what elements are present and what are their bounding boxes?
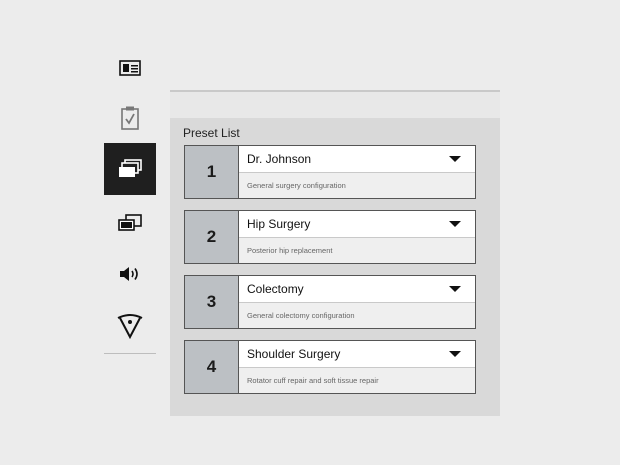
chevron-down-icon (449, 351, 461, 357)
preset-description: Posterior hip replacement (247, 246, 333, 255)
surgical-light-icon (117, 314, 143, 339)
preset-number: 4 (185, 341, 239, 393)
preset-dropdown[interactable]: Colectomy (239, 276, 475, 303)
nav-audio[interactable] (104, 248, 156, 300)
dual-display-icon (118, 214, 142, 231)
preset-number: 1 (185, 146, 239, 198)
preset-description-row: Posterior hip replacement (239, 238, 475, 263)
sidebar (104, 42, 156, 372)
preset-name: Dr. Johnson (247, 152, 312, 166)
preset-description: Rotator cuff repair and soft tissue repa… (247, 376, 379, 385)
preset-description-row: General colectomy configuration (239, 303, 475, 328)
nav-patient-info[interactable] (104, 42, 156, 94)
preset-description-row: General surgery configuration (239, 173, 475, 198)
preset-number: 2 (185, 211, 239, 263)
chevron-down-icon (449, 286, 461, 292)
panel-title: Preset List (183, 126, 240, 140)
clipboard-check-icon (121, 106, 139, 130)
nav-lighting[interactable] (104, 300, 156, 352)
preset-row-3: 3 Colectomy General colectomy configurat… (184, 275, 476, 329)
preset-name: Colectomy (247, 282, 304, 296)
id-card-icon (119, 60, 141, 76)
nav-checklist[interactable] (104, 92, 156, 144)
nav-presets[interactable] (104, 143, 156, 195)
preset-list-panel: Preset List 1 Dr. Johnson General surger… (170, 118, 500, 416)
preset-name: Shoulder Surgery (247, 347, 341, 361)
preset-description-row: Rotator cuff repair and soft tissue repa… (239, 368, 475, 393)
chevron-down-icon (449, 221, 461, 227)
preset-description: General colectomy configuration (247, 311, 355, 320)
preset-name: Hip Surgery (247, 217, 311, 231)
header-spacer (170, 92, 500, 118)
sidebar-divider (104, 353, 156, 354)
preset-description: General surgery configuration (247, 181, 346, 190)
speaker-icon (120, 267, 138, 281)
preset-dropdown[interactable]: Dr. Johnson (239, 146, 475, 173)
preset-dropdown[interactable]: Shoulder Surgery (239, 341, 475, 368)
preset-row-1: 1 Dr. Johnson General surgery configurat… (184, 145, 476, 199)
preset-row-4: 4 Shoulder Surgery Rotator cuff repair a… (184, 340, 476, 394)
stacked-windows-icon (119, 159, 142, 177)
preset-dropdown[interactable]: Hip Surgery (239, 211, 475, 238)
preset-row-2: 2 Hip Surgery Posterior hip replacement (184, 210, 476, 264)
nav-displays[interactable] (104, 197, 156, 249)
preset-number: 3 (185, 276, 239, 328)
chevron-down-icon (449, 156, 461, 162)
